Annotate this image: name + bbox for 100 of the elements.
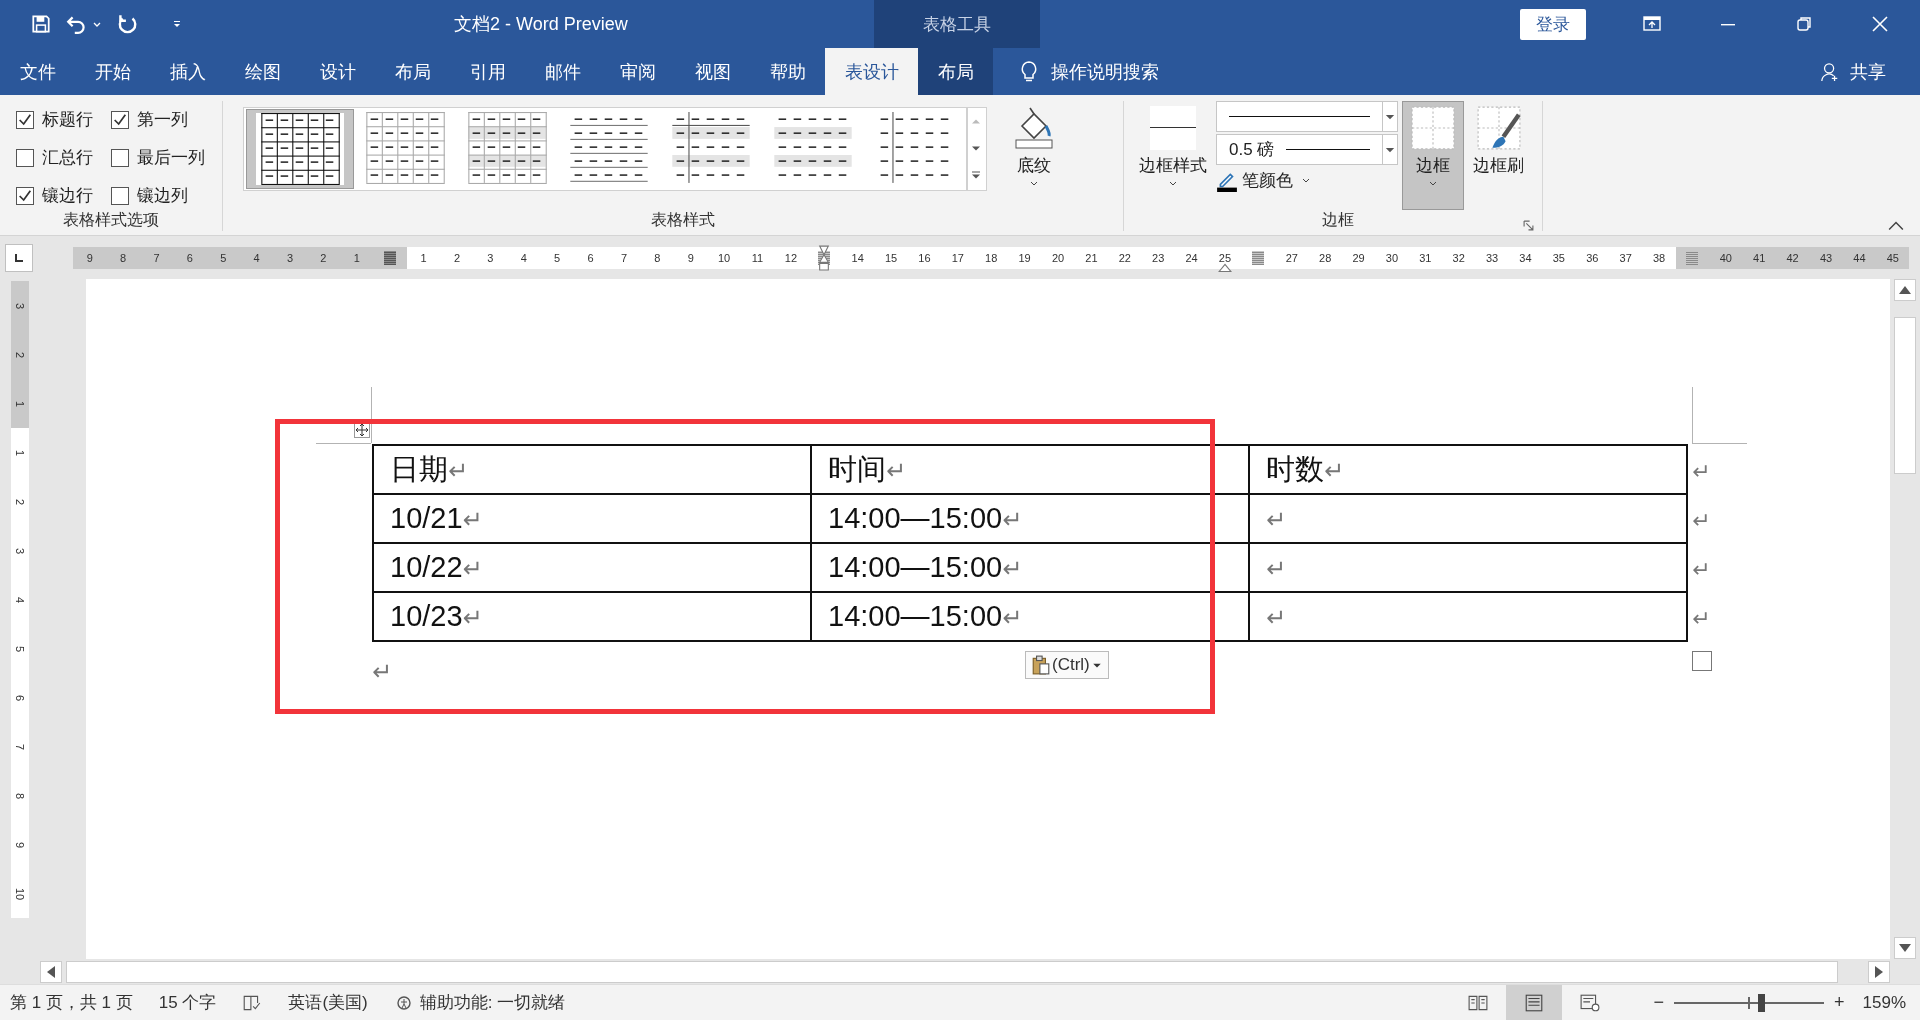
tell-me-search[interactable]: 操作说明搜索 xyxy=(1051,59,1159,84)
ribbon-tab[interactable]: 绘图 xyxy=(225,48,300,95)
checkbox[interactable] xyxy=(16,186,34,205)
line-weight-dropdown[interactable]: 0.5 磅 xyxy=(1216,134,1398,165)
ribbon-tab[interactable]: 布局 xyxy=(375,48,450,95)
group-label: 边框 xyxy=(1322,210,1354,230)
restore-icon[interactable] xyxy=(1794,14,1814,34)
column-marker[interactable] xyxy=(1252,250,1265,265)
ribbon-tab[interactable]: 视图 xyxy=(675,48,750,95)
zoom-out-button[interactable]: − xyxy=(1653,992,1664,1013)
ruler-number: 33 xyxy=(1485,251,1499,264)
table-cell[interactable]: 14:00—15:00↵ xyxy=(811,592,1249,641)
zoom-in-button[interactable]: + xyxy=(1834,992,1845,1013)
right-indent-marker[interactable] xyxy=(1217,262,1232,273)
ruler-number: 2 xyxy=(320,251,327,264)
lightbulb-icon[interactable] xyxy=(1019,59,1039,84)
proofing-icon[interactable] xyxy=(242,993,263,1012)
indent-marker[interactable] xyxy=(817,244,830,271)
ribbon-tab[interactable]: 邮件 xyxy=(525,48,600,95)
scroll-left-icon[interactable] xyxy=(40,960,62,983)
dialog-launcher-icon[interactable] xyxy=(1523,220,1534,231)
ribbon-tab[interactable]: 帮助 xyxy=(750,48,825,95)
ruler-number: 20 xyxy=(1051,251,1065,264)
page-count[interactable]: 第 1 页，共 1 页 xyxy=(10,991,133,1014)
pen-color-button[interactable]: 笔颜色 xyxy=(1216,167,1316,194)
ruler-number: 6 xyxy=(186,251,193,264)
style-option-checkbox[interactable]: 汇总行 xyxy=(16,143,111,172)
ruler-number: 23 xyxy=(1152,251,1165,264)
caret-icon xyxy=(1301,177,1311,184)
collapse-ribbon-icon[interactable] xyxy=(1888,221,1904,231)
table-cell[interactable]: 14:00—15:00↵ xyxy=(811,494,1249,543)
style-option-checkbox[interactable]: 镶边行 xyxy=(16,181,111,210)
line-style-dropdown[interactable] xyxy=(1216,101,1398,132)
redo-icon[interactable] xyxy=(116,13,138,35)
ribbon-tab[interactable]: 文件 xyxy=(0,48,75,95)
share-button[interactable]: 共享 xyxy=(1850,59,1886,84)
ruler-number: 7 xyxy=(14,743,26,750)
ruler-number: 1 xyxy=(353,251,360,264)
table-cell[interactable]: 14:00—15:00↵ xyxy=(811,543,1249,592)
close-icon[interactable] xyxy=(1870,14,1890,34)
ribbon-tab[interactable]: 设计 xyxy=(300,48,375,95)
table-cell[interactable]: 时数↵ xyxy=(1249,445,1687,494)
column-marker[interactable] xyxy=(384,250,397,265)
scroll-up-icon[interactable] xyxy=(1894,279,1916,301)
table-cell[interactable]: 10/22↵ xyxy=(373,543,811,592)
ruler-number: 4 xyxy=(253,251,260,264)
word-count[interactable]: 15 个字 xyxy=(158,991,217,1014)
ruler-number: 9 xyxy=(86,251,93,264)
ruler-number: 44 xyxy=(1853,251,1866,264)
scrollbar-thumb[interactable] xyxy=(1894,317,1916,474)
table-cell[interactable]: 10/21↵ xyxy=(373,494,811,543)
style-option-checkbox[interactable]: 镶边列 xyxy=(111,181,221,210)
table-style-thumbnail[interactable] xyxy=(246,109,354,189)
ribbon-display-icon[interactable] xyxy=(1642,14,1662,34)
ribbon-tab[interactable]: 插入 xyxy=(150,48,225,95)
scroll-right-icon[interactable] xyxy=(1868,960,1890,983)
caret-icon xyxy=(1428,181,1438,187)
tab-selector[interactable] xyxy=(5,243,33,272)
ribbon-tab[interactable]: 布局 xyxy=(918,48,993,95)
border-painter-button[interactable]: 边框刷 xyxy=(1468,101,1529,210)
borders-button[interactable]: 边框 xyxy=(1402,101,1464,210)
ruler-number: 18 xyxy=(985,251,998,264)
checkbox[interactable] xyxy=(111,110,129,129)
checkbox[interactable] xyxy=(16,110,34,129)
shading-button[interactable]: 底纹 xyxy=(1009,101,1059,210)
ruler-number: 32 xyxy=(1452,251,1465,264)
zoom-slider[interactable] xyxy=(1674,993,1824,1012)
table-cell[interactable]: ↵ xyxy=(1249,592,1687,641)
customize-icon[interactable] xyxy=(172,19,182,29)
ruler-number: 8 xyxy=(120,251,127,264)
sign-in-button[interactable]: 登录 xyxy=(1520,8,1586,40)
border-styles-button[interactable]: 边框样式 xyxy=(1134,101,1212,210)
checkbox[interactable] xyxy=(111,186,129,205)
vertical-ruler[interactable]: 3 2 1 1 2 3 4 5 6 7 8 9 10 xyxy=(0,279,40,959)
style-option-checkbox[interactable]: 最后一列 xyxy=(111,143,221,172)
ribbon-tab[interactable]: 表设计 xyxy=(825,48,918,95)
table-cell[interactable]: 日期↵ xyxy=(373,445,811,494)
table-cell[interactable]: 时间↵ xyxy=(811,445,1249,494)
view-button[interactable] xyxy=(1506,985,1563,1020)
scroll-down-icon[interactable] xyxy=(1894,937,1916,959)
ribbon-tab[interactable]: 开始 xyxy=(75,48,150,95)
style-option-checkbox[interactable]: 第一列 xyxy=(111,105,221,134)
table-cell[interactable]: ↵ xyxy=(1249,494,1687,543)
table-cell[interactable]: ↵ xyxy=(1249,543,1687,592)
ruler-number: 2 xyxy=(14,351,26,358)
accessibility-status[interactable]: 辅助功能: 一切就绪 xyxy=(419,991,566,1014)
ribbon-tab[interactable]: 审阅 xyxy=(600,48,675,95)
ruler-number: 9 xyxy=(14,841,26,848)
paste-options-button[interactable]: (Ctrl) xyxy=(1025,651,1109,679)
checkbox[interactable] xyxy=(111,148,129,167)
ruler-number: 43 xyxy=(1819,251,1833,264)
language-indicator[interactable]: 英语(美国) xyxy=(288,991,368,1014)
table-cell[interactable]: 10/23↵ xyxy=(373,592,811,641)
ribbon-tab[interactable]: 引用 xyxy=(450,48,525,95)
save-icon[interactable] xyxy=(30,13,52,35)
resize-handle[interactable] xyxy=(1692,651,1712,671)
checkbox[interactable] xyxy=(16,148,34,167)
style-option-checkbox[interactable]: 标题行 xyxy=(16,105,111,134)
zoom-level[interactable]: 159% xyxy=(1862,992,1906,1013)
ruler-number: 42 xyxy=(1786,251,1799,264)
